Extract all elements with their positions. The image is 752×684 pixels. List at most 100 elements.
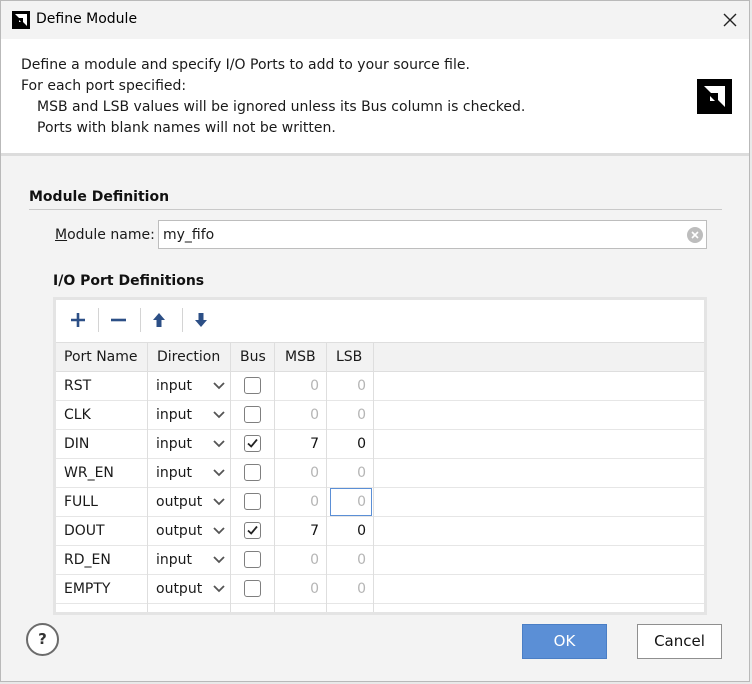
msb-cell[interactable]: 0 (276, 372, 319, 400)
msb-cell[interactable]: 7 (276, 517, 319, 545)
description-header: Define a module and specify I/O Ports to… (1, 39, 749, 153)
brand-logo-icon (697, 79, 732, 114)
msb-cell[interactable]: 0 (276, 546, 319, 574)
bus-checkbox[interactable] (244, 464, 261, 481)
cancel-button[interactable]: Cancel (637, 624, 722, 659)
bus-checkbox[interactable] (244, 435, 261, 452)
checkmark-icon (247, 525, 258, 535)
move-up-button[interactable] (142, 304, 178, 336)
io-port-definitions-title: I/O Port Definitions (53, 273, 205, 289)
toolbar-separator (182, 308, 183, 332)
lsb-cell[interactable]: 0 (328, 459, 366, 487)
port-row[interactable]: DOUT output 7 0 (56, 517, 704, 546)
msb-cell[interactable]: 0 (276, 459, 319, 487)
port-row[interactable]: WR_EN input 0 0 (56, 459, 704, 488)
module-name-field[interactable] (158, 220, 707, 249)
direction-value: output (156, 581, 203, 597)
direction-value: input (156, 407, 193, 423)
checkmark-icon (247, 438, 258, 448)
move-down-icon (195, 313, 207, 327)
add-port-button[interactable] (60, 304, 96, 336)
column-header-msb[interactable]: MSB (285, 343, 316, 371)
define-module-dialog: Define Module Define a module and specif… (0, 0, 750, 682)
port-name-cell[interactable]: RST (64, 372, 91, 400)
window-title: Define Module (36, 11, 138, 27)
port-name-cell[interactable]: DIN (64, 430, 89, 458)
direction-select[interactable]: input (156, 546, 232, 574)
section-divider (29, 209, 722, 210)
port-row[interactable]: FULL output 0 0 (56, 488, 704, 517)
port-name-cell[interactable]: RD_EN (64, 546, 111, 574)
module-definition-title: Module Definition (29, 189, 170, 205)
direction-select[interactable]: output (156, 575, 232, 603)
bus-checkbox[interactable] (244, 493, 261, 510)
port-name-cell[interactable]: FULL (64, 488, 98, 516)
column-header-port-name[interactable]: Port Name (64, 343, 138, 371)
bus-checkbox[interactable] (244, 377, 261, 394)
column-header-bus[interactable]: Bus (240, 343, 266, 371)
column-divider (373, 342, 374, 612)
port-name-cell[interactable]: DOUT (64, 517, 105, 545)
msb-cell[interactable]: 7 (276, 430, 319, 458)
port-name-cell[interactable]: EMPTY (64, 575, 110, 603)
port-row[interactable]: CLK input 0 0 (56, 401, 704, 430)
direction-value: output (156, 494, 203, 510)
direction-value: input (156, 552, 193, 568)
direction-select[interactable]: input (156, 372, 232, 400)
ok-button[interactable]: OK (522, 624, 607, 659)
clear-icon[interactable] (687, 227, 703, 243)
direction-value: input (156, 378, 193, 394)
port-table-header: Port Name Direction Bus MSB LSB (56, 342, 704, 372)
bus-checkbox[interactable] (244, 551, 261, 568)
bus-checkbox[interactable] (244, 580, 261, 597)
app-logo-icon (12, 11, 30, 29)
add-icon (71, 313, 85, 327)
lsb-cell[interactable]: 0 (328, 488, 366, 516)
direction-select[interactable]: input (156, 401, 232, 429)
bus-checkbox[interactable] (244, 522, 261, 539)
module-name-label-accel: M (55, 227, 68, 243)
lsb-cell[interactable]: 0 (328, 372, 366, 400)
lsb-cell[interactable]: 0 (328, 546, 366, 574)
empty-row (56, 604, 704, 612)
close-button[interactable] (715, 5, 745, 35)
header-divider (1, 153, 749, 156)
description-line: For each port specified: (21, 78, 187, 94)
title-bar: Define Module (1, 1, 749, 39)
lsb-cell[interactable]: 0 (328, 575, 366, 603)
direction-select[interactable]: input (156, 459, 232, 487)
bus-checkbox[interactable] (244, 406, 261, 423)
column-divider (230, 342, 231, 612)
port-row[interactable]: RD_EN input 0 0 (56, 546, 704, 575)
msb-cell[interactable]: 0 (276, 575, 319, 603)
direction-select[interactable]: output (156, 517, 232, 545)
lsb-cell[interactable]: 0 (328, 401, 366, 429)
lsb-cell[interactable]: 0 (328, 517, 366, 545)
module-name-label-text: odule name: (67, 227, 155, 243)
column-header-direction[interactable]: Direction (157, 343, 220, 371)
io-ports-panel: Port Name Direction Bus MSB LSB RST input… (53, 297, 707, 615)
port-name-cell[interactable]: CLK (64, 401, 91, 429)
port-name-cell[interactable]: WR_EN (64, 459, 114, 487)
column-header-lsb[interactable]: LSB (336, 343, 362, 371)
direction-value: input (156, 436, 193, 452)
port-row[interactable]: DIN input 7 0 (56, 430, 704, 459)
direction-select[interactable]: input (156, 430, 232, 458)
help-button[interactable]: ? (26, 623, 59, 656)
module-name-input[interactable] (163, 225, 683, 245)
direction-select[interactable]: output (156, 488, 232, 516)
msb-cell[interactable]: 0 (276, 488, 319, 516)
remove-icon (111, 318, 126, 322)
remove-port-button[interactable] (100, 304, 136, 336)
move-up-icon (153, 313, 165, 327)
description-line: MSB and LSB values will be ignored unles… (37, 99, 526, 115)
toolbar-separator (140, 308, 141, 332)
move-down-button[interactable] (184, 304, 220, 336)
column-divider (274, 342, 275, 612)
column-divider (147, 342, 148, 612)
port-row[interactable]: EMPTY output 0 0 (56, 575, 704, 604)
port-row[interactable]: RST input 0 0 (56, 372, 704, 401)
lsb-cell[interactable]: 0 (328, 430, 366, 458)
msb-cell[interactable]: 0 (276, 401, 319, 429)
column-divider (326, 342, 327, 612)
